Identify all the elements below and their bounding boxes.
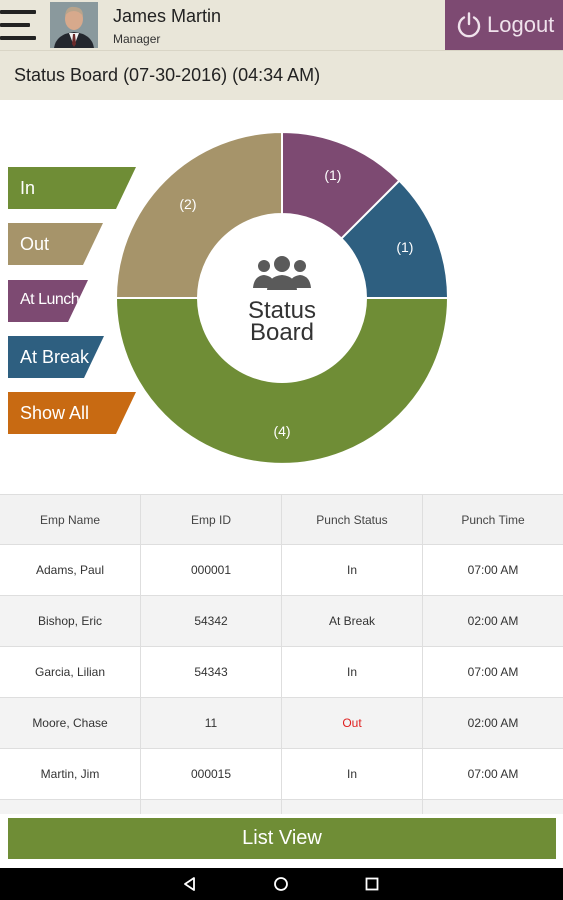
table-row[interactable]: Bishop, Eric 54342 At Break 02:00 AM xyxy=(0,596,563,647)
hamburger-menu-icon[interactable] xyxy=(0,8,36,42)
punch-time-cell xyxy=(423,800,563,814)
user-name: James Martin xyxy=(113,6,222,26)
filter-tab-show-all-label: Show All xyxy=(20,403,90,423)
punch-status-cell: Out xyxy=(282,698,423,748)
title-bar: Status Board (07-30-2016) (04:34 AM) xyxy=(0,50,563,100)
table-row[interactable]: Martin, Jim 000015 In 07:00 AM xyxy=(0,749,563,800)
home-icon[interactable] xyxy=(273,876,289,892)
punch-time-cell: 07:00 AM xyxy=(467,665,519,679)
page-title: Status Board (07-30-2016) (04:34 AM) xyxy=(14,65,321,85)
table-row[interactable]: Garcia, Lilian 54343 In 07:00 AM xyxy=(0,647,563,698)
donut-segment-label: (1) xyxy=(324,167,341,183)
emp-name-cell xyxy=(0,800,141,814)
punch-status-cell: At Break xyxy=(282,596,423,646)
user-role: Manager xyxy=(113,32,161,46)
emp-name-cell: Adams, Paul xyxy=(0,545,141,595)
emp-name-cell: Martin, Jim xyxy=(0,749,141,799)
emp-id-cell: 54342 xyxy=(141,596,282,646)
filter-tab-at-break-label: At Break xyxy=(20,347,90,367)
punch-status-cell: In xyxy=(282,749,423,799)
punch-status-cell: In xyxy=(282,545,423,595)
table-row[interactable] xyxy=(0,800,563,814)
back-icon[interactable] xyxy=(182,876,198,892)
donut-center-line2: Board xyxy=(250,319,314,346)
column-header-punch-time[interactable]: Punch Time xyxy=(423,495,563,544)
filter-tab-at-lunch-label: At Lunch xyxy=(20,291,80,308)
punch-time-cell: 02:00 AM xyxy=(467,716,519,730)
emp-id-cell xyxy=(141,800,282,814)
android-nav-bar xyxy=(0,868,563,900)
punch-time-cell: 02:00 AM xyxy=(467,614,519,628)
emp-id-cell: 54343 xyxy=(141,647,282,697)
column-header-punch-status[interactable]: Punch Status xyxy=(282,495,423,544)
emp-name-cell: Moore, Chase xyxy=(0,698,141,748)
emp-id-cell: 000001 xyxy=(141,545,282,595)
donut-segment-label: (4) xyxy=(273,423,290,439)
filter-tab-out-label: Out xyxy=(20,234,50,254)
emp-id-cell: 11 xyxy=(141,698,282,748)
punch-status-cell: In xyxy=(282,647,423,697)
filter-tab-at-break[interactable]: At Break xyxy=(8,336,104,378)
column-header-emp-id[interactable]: Emp ID xyxy=(141,495,282,544)
punch-time-cell: 07:00 AM xyxy=(467,563,519,577)
punch-time-cell: 07:00 AM xyxy=(467,767,519,781)
table-row[interactable]: Moore, Chase 11 Out 02:00 AM xyxy=(0,698,563,749)
power-icon xyxy=(457,12,481,38)
avatar xyxy=(50,2,98,48)
list-view-button[interactable]: List View xyxy=(8,818,556,859)
logout-button[interactable]: Logout xyxy=(445,0,563,50)
employee-table: Emp Name Emp ID Punch Status Punch Time … xyxy=(0,494,563,814)
donut-segment-label: (1) xyxy=(396,239,413,255)
recents-icon[interactable] xyxy=(364,876,380,892)
emp-id-cell: 000015 xyxy=(141,749,282,799)
filter-tab-out[interactable]: Out xyxy=(8,223,103,265)
app-header: James Martin Manager Logout xyxy=(0,0,563,50)
status-donut-chart: (1)(1)(4)(2) Status Board xyxy=(114,130,450,465)
punch-status-cell xyxy=(282,800,423,814)
filter-tab-in-label: In xyxy=(20,178,36,198)
donut-segment-label: (2) xyxy=(179,196,196,212)
emp-name-cell: Bishop, Eric xyxy=(0,596,141,646)
table-header-row: Emp Name Emp ID Punch Status Punch Time xyxy=(0,494,563,545)
logout-label: Logout xyxy=(487,12,555,37)
filter-tab-at-lunch[interactable]: At Lunch xyxy=(8,280,88,322)
table-row[interactable]: Adams, Paul 000001 In 07:00 AM xyxy=(0,545,563,596)
column-header-emp-name[interactable]: Emp Name xyxy=(0,495,141,544)
emp-name-cell: Garcia, Lilian xyxy=(0,647,141,697)
